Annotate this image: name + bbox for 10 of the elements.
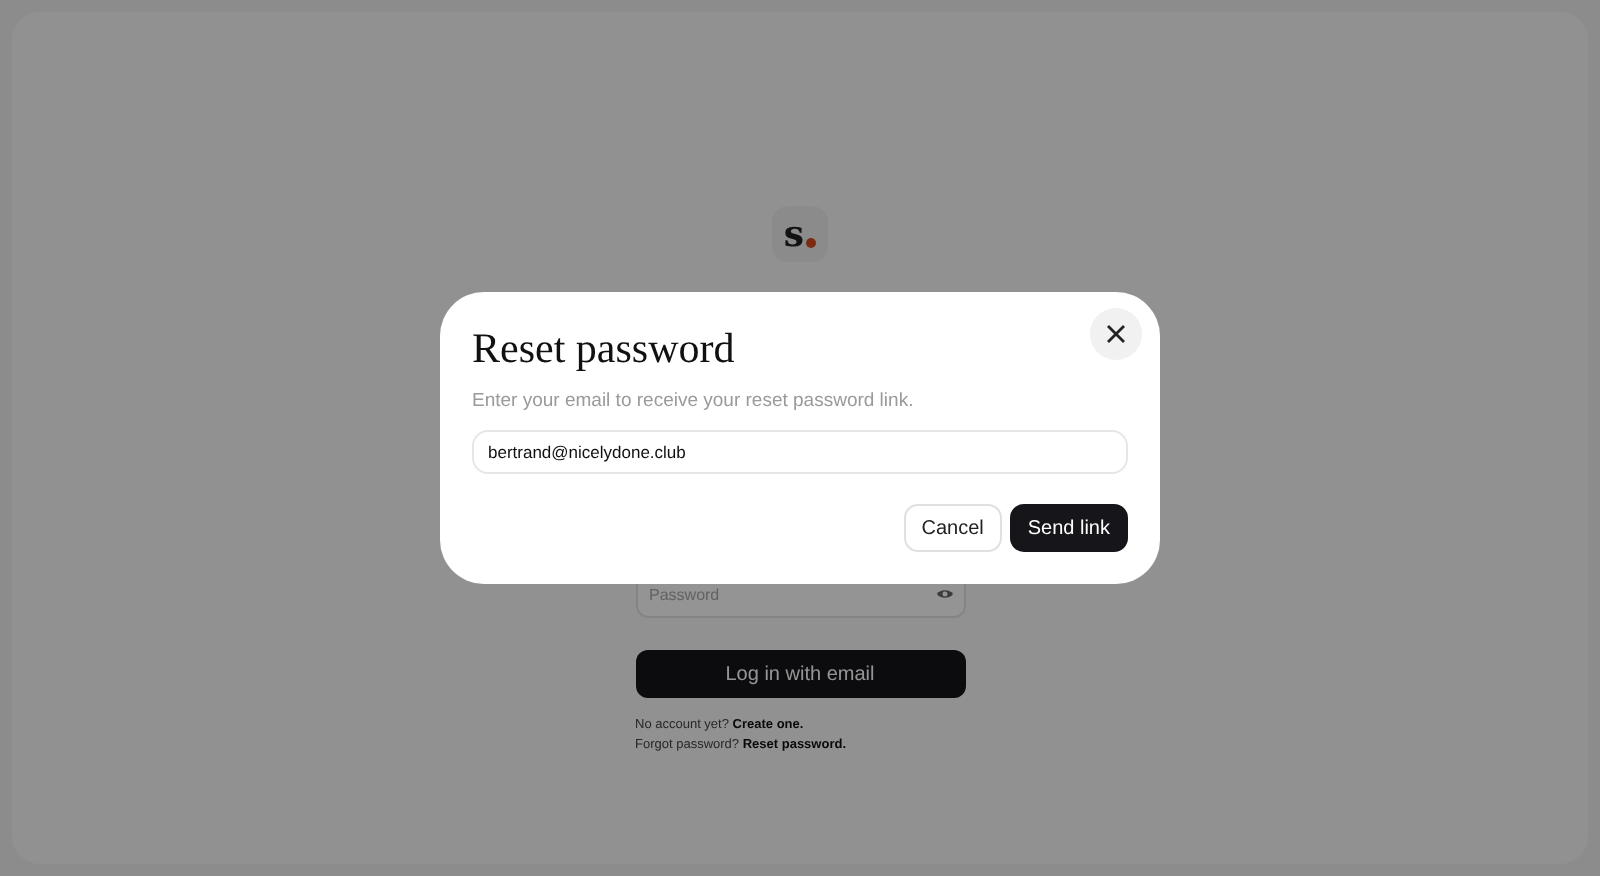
eye-icon[interactable] [935,588,953,600]
login-button[interactable]: Log in with email [635,650,965,698]
close-icon [1106,324,1126,344]
close-button[interactable] [1090,308,1142,360]
dialog-description: Enter your email to receive your reset password link. [472,390,914,412]
logo: s [772,206,828,262]
dialog-title: Reset password [472,324,735,374]
send-link-button[interactable]: Send link [1009,504,1128,552]
email-field[interactable]: bertrand@nicelydone.club [472,430,1128,474]
cancel-button[interactable]: Cancel [903,504,1002,552]
